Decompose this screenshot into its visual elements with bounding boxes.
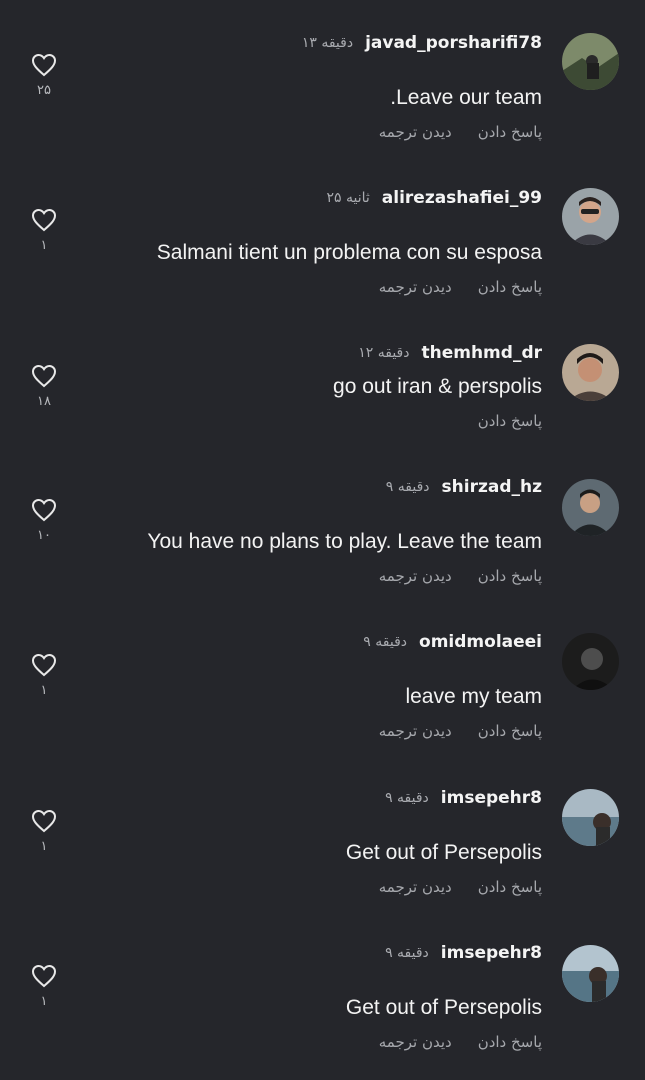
comment-actions: دیدن ترجمه پاسخ دادن: [379, 1033, 542, 1051]
like-count: ۱۰: [37, 528, 51, 543]
comment-text: Get out of Persepolis: [345, 841, 542, 864]
comment-item: ۱۳ دقیقه javad_porsharifi78 .Leave our t…: [0, 28, 645, 148]
comment-text: go out iran & perspolis: [333, 375, 542, 398]
comment-actions: دیدن ترجمه پاسخ دادن: [379, 722, 542, 740]
comment-actions: دیدن ترجمه پاسخ دادن: [379, 278, 542, 296]
heart-outline-icon[interactable]: [31, 498, 57, 522]
like-control: ۱: [28, 208, 60, 253]
like-control: ۲۵: [28, 53, 60, 98]
reply-button[interactable]: پاسخ دادن: [478, 1033, 542, 1051]
translate-button[interactable]: دیدن ترجمه: [379, 567, 452, 585]
comment-header: ۹ دقیقه imsepehr8: [385, 938, 542, 968]
like-control: ۱: [28, 809, 60, 854]
comment-time: ۱۲ دقیقه: [358, 345, 410, 361]
like-count: ۲۵: [37, 83, 51, 98]
comment-header: ۱۲ دقیقه themhmd_dr: [358, 338, 542, 368]
comment-header: ۲۵ ثانیه alirezashafiei_99: [326, 183, 542, 213]
like-control: ۱۰: [28, 498, 60, 543]
comment-username[interactable]: imsepehr8: [441, 788, 542, 808]
comment-header: ۱۳ دقیقه javad_porsharifi78: [302, 28, 542, 58]
heart-outline-icon[interactable]: [31, 364, 57, 388]
comment-time: ۹ دقیقه: [363, 634, 408, 650]
comment-item: ۱۲ دقیقه themhmd_dr go out iran & perspo…: [0, 338, 645, 448]
avatar[interactable]: [562, 633, 619, 690]
like-count: ۱: [40, 994, 48, 1009]
avatar[interactable]: [562, 188, 619, 245]
like-count: ۱: [40, 683, 48, 698]
avatar[interactable]: [562, 945, 619, 1002]
reply-button[interactable]: پاسخ دادن: [478, 878, 542, 896]
like-control: ۱: [28, 964, 60, 1009]
comment-item: ۹ دقیقه imsepehr8 Get out of Persepolis …: [0, 783, 645, 903]
translate-button[interactable]: دیدن ترجمه: [379, 278, 452, 296]
comment-username[interactable]: shirzad_hz: [442, 477, 542, 497]
heart-outline-icon[interactable]: [31, 208, 57, 232]
comment-username[interactable]: alirezashafiei_99: [382, 188, 542, 208]
comment-username[interactable]: javad_porsharifi78: [365, 33, 542, 53]
comment-item: ۲۵ ثانیه alirezashafiei_99 Salmani tient…: [0, 183, 645, 303]
like-control: ۱۸: [28, 364, 60, 409]
comment-time: ۹ دقیقه: [385, 479, 430, 495]
comment-header: ۹ دقیقه shirzad_hz: [386, 472, 542, 502]
comment-text: Get out of Persepolis: [345, 996, 542, 1019]
reply-button[interactable]: پاسخ دادن: [478, 567, 542, 585]
comment-time: ۲۵ ثانیه: [326, 190, 370, 206]
avatar[interactable]: [562, 789, 619, 846]
comment-text: Salmani tient un problema con su esposa: [156, 241, 542, 264]
avatar[interactable]: [562, 479, 619, 536]
translate-button[interactable]: دیدن ترجمه: [379, 123, 452, 141]
translate-button[interactable]: دیدن ترجمه: [379, 1033, 452, 1051]
comment-username[interactable]: imsepehr8: [441, 943, 542, 963]
comment-item: ۹ دقیقه shirzad_hz You have no plans to …: [0, 472, 645, 592]
like-count: ۱۸: [37, 394, 51, 409]
comment-actions: دیدن ترجمه پاسخ دادن: [379, 567, 542, 585]
comment-time: ۹ دقیقه: [385, 790, 429, 806]
comment-item: ۹ دقیقه imsepehr8 Get out of Persepolis …: [0, 938, 645, 1058]
translate-button[interactable]: دیدن ترجمه: [379, 722, 452, 740]
heart-outline-icon[interactable]: [31, 964, 57, 988]
translate-button[interactable]: دیدن ترجمه: [379, 878, 452, 896]
reply-button[interactable]: پاسخ دادن: [478, 278, 542, 296]
avatar[interactable]: [562, 344, 619, 401]
comment-list: ۱۳ دقیقه javad_porsharifi78 .Leave our t…: [0, 0, 645, 1080]
comment-header: ۹ دقیقه imsepehr8: [385, 783, 542, 813]
reply-button[interactable]: پاسخ دادن: [478, 123, 542, 141]
comment-time: ۹ دقیقه: [385, 945, 429, 961]
comment-header: ۹ دقیقه omidmolaeei: [363, 627, 542, 657]
reply-button[interactable]: پاسخ دادن: [478, 722, 542, 740]
heart-outline-icon[interactable]: [31, 53, 57, 77]
comment-text: .Leave our team: [390, 86, 542, 109]
like-count: ۱: [40, 839, 48, 854]
comment-username[interactable]: omidmolaeei: [419, 632, 542, 652]
heart-outline-icon[interactable]: [31, 809, 57, 833]
comment-actions: دیدن ترجمه پاسخ دادن: [379, 878, 542, 896]
like-control: ۱: [28, 653, 60, 698]
comment-time: ۱۳ دقیقه: [301, 35, 354, 51]
comment-text: leave my team: [405, 685, 542, 708]
comment-item: ۹ دقیقه omidmolaeei leave my team دیدن ت…: [0, 627, 645, 747]
comment-actions: دیدن ترجمه پاسخ دادن: [379, 123, 542, 141]
heart-outline-icon[interactable]: [31, 653, 57, 677]
comment-text: You have no plans to play. Leave the tea…: [147, 530, 542, 553]
avatar[interactable]: [562, 33, 619, 90]
comment-actions: پاسخ دادن: [452, 412, 542, 430]
reply-button[interactable]: پاسخ دادن: [478, 412, 542, 430]
like-count: ۱: [40, 238, 48, 253]
comment-username[interactable]: themhmd_dr: [421, 343, 542, 363]
